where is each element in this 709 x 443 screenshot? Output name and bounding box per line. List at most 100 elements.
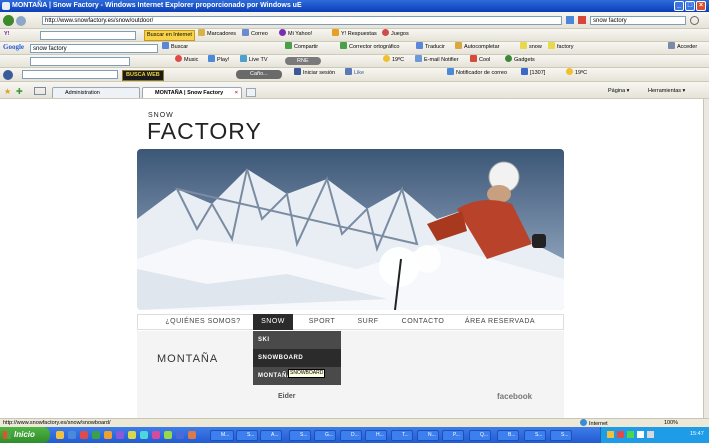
like-button[interactable]: Like (345, 68, 364, 79)
back-icon[interactable] (3, 15, 14, 26)
quicklaunch-icon[interactable] (116, 431, 124, 439)
taskbar-button[interactable]: H... (365, 430, 387, 441)
toolbar-dropdown[interactable] (30, 57, 130, 66)
yahoo-search-input[interactable] (40, 31, 136, 40)
close-tab-icon[interactable]: × (235, 88, 238, 98)
taskbar-button[interactable]: P... (442, 430, 464, 441)
tab-montana[interactable]: MONTAÑA | Snow Factory × (142, 87, 242, 98)
taskbar-button[interactable]: A... (260, 430, 282, 441)
gadgets-button[interactable]: Gadgets (505, 55, 535, 66)
yahoo-answers[interactable]: Y! Respuestas (332, 29, 377, 40)
quicklaunch-icon[interactable] (80, 431, 88, 439)
google-search-input[interactable]: snow factory (30, 44, 158, 53)
weather-widget[interactable]: 19ºC (383, 55, 404, 66)
quicklaunch-icon[interactable] (140, 431, 148, 439)
taskbar-button[interactable]: B... (497, 430, 519, 441)
zoom-level[interactable]: 100% (664, 419, 678, 427)
taskbar-button[interactable]: M... (210, 430, 234, 441)
quicklaunch-icon[interactable] (152, 431, 160, 439)
nav-area-reservada[interactable]: ÁREA RESERVADA (460, 314, 540, 330)
radio-player[interactable]: Caño... (236, 70, 282, 79)
new-tab-button[interactable] (246, 88, 256, 97)
start-button[interactable]: Inicio (0, 427, 50, 443)
taskbar-button[interactable]: Q... (469, 430, 491, 441)
forward-icon[interactable] (16, 16, 26, 26)
google-share[interactable]: Compartir (285, 42, 318, 53)
google-signin[interactable]: Acceder (668, 42, 697, 53)
quicklaunch-icon[interactable] (104, 431, 112, 439)
tray-icon[interactable] (617, 431, 624, 438)
cool-icon (470, 55, 477, 62)
minimize-button[interactable]: _ (674, 1, 684, 11)
rss-counter[interactable]: [1307] (521, 68, 545, 79)
nav-quienes-somos[interactable]: ¿QUIÉNES SOMOS? (160, 314, 246, 330)
taskbar-button[interactable]: T... (391, 430, 413, 441)
refresh-icon[interactable] (566, 16, 574, 24)
nav-surf[interactable]: SURF (350, 314, 386, 330)
page-menu[interactable]: Página ▾ (608, 86, 629, 97)
nav-sport[interactable]: SPORT (300, 314, 344, 330)
login-button[interactable]: Iniciar sesión (294, 68, 335, 79)
search-icon[interactable] (690, 16, 699, 25)
taskbar-button[interactable]: S... (524, 430, 546, 441)
taskbar-button[interactable]: N... (417, 430, 439, 441)
stop-icon[interactable] (578, 16, 586, 24)
taskbar-button[interactable]: S... (236, 430, 258, 441)
google-translate[interactable]: Traducir (416, 42, 445, 53)
highlight-snow[interactable]: snow (520, 42, 542, 53)
tray-icon[interactable] (607, 431, 614, 438)
google-search-button[interactable]: Buscar (162, 42, 188, 53)
email-notifier[interactable]: E-mail Notifier (415, 55, 459, 66)
yahoo-mail[interactable]: Correo (242, 29, 268, 40)
quicklaunch-icon[interactable] (68, 431, 76, 439)
tools-menu[interactable]: Herramientas ▾ (648, 86, 685, 97)
autofill-icon (455, 42, 462, 49)
tray-icon[interactable] (647, 431, 654, 438)
quicklaunch-icon[interactable] (164, 431, 172, 439)
google-autofill[interactable]: Autocompletar (455, 42, 499, 53)
web-page: SNOW FACTORY ¿QUIÉNES SOMOS? SNOW SPORT … (0, 99, 703, 418)
radio-station[interactable]: RNE (285, 57, 321, 65)
dropdown-item-snowboard[interactable]: SNOWBOARD (253, 349, 341, 367)
tray-icon[interactable] (637, 431, 644, 438)
nav-contacto[interactable]: CONTACTO (393, 314, 453, 330)
quicklaunch-icon[interactable] (128, 431, 136, 439)
play-button[interactable]: Play! (208, 55, 229, 66)
taskbar-button[interactable]: S... (289, 430, 311, 441)
translate-icon (416, 42, 423, 49)
weather-widget-2[interactable]: 19ºC (566, 68, 587, 79)
taskbar-button[interactable]: S... (550, 430, 572, 441)
toolbar4-dropdown[interactable] (22, 70, 118, 79)
maximize-button[interactable]: □ (685, 1, 695, 11)
taskbar-button[interactable]: D... (340, 430, 362, 441)
footer-name[interactable]: Eider (278, 393, 296, 400)
music-button[interactable]: Music (175, 55, 198, 66)
mail-notifier[interactable]: Notificador de correo (447, 68, 507, 79)
yahoo-games[interactable]: Juegos (382, 29, 409, 40)
browser-search-input[interactable]: snow factory (590, 16, 686, 25)
nav-snow[interactable]: SNOW (253, 314, 293, 330)
page-scrollbar[interactable] (703, 99, 709, 418)
highlight-factory[interactable]: factory (548, 42, 574, 53)
quick-tabs-icon[interactable] (34, 87, 46, 95)
quicklaunch-icon[interactable] (92, 431, 100, 439)
my-yahoo[interactable]: Mi Yahoo! (279, 29, 312, 40)
address-input[interactable]: http://www.snowfactory.es/snow/outdoor/ (42, 16, 562, 25)
quicklaunch-icon[interactable] (176, 431, 184, 439)
favorites-star-icon[interactable]: ★ (4, 87, 11, 96)
close-button[interactable]: × (696, 1, 706, 11)
yahoo-search-button[interactable]: Buscar en Internet (144, 30, 195, 41)
add-favorites-icon[interactable]: ✚ (16, 87, 23, 96)
tray-icon[interactable] (627, 431, 634, 438)
yahoo-bookmarks[interactable]: Marcadores (198, 29, 236, 40)
facebook-link[interactable]: facebook (497, 392, 532, 401)
quicklaunch-icon[interactable] (56, 431, 64, 439)
livetv-button[interactable]: Live TV (240, 55, 268, 66)
toolbar-icon (3, 70, 13, 80)
google-spellcheck[interactable]: Corrector ortográfico (340, 42, 399, 53)
taskbar-button[interactable]: G... (314, 430, 336, 441)
dropdown-item-ski[interactable]: SKI (253, 331, 341, 349)
tab-administration[interactable]: Administration (52, 87, 140, 98)
quicklaunch-icon[interactable] (188, 431, 196, 439)
cool-button[interactable]: Cool (470, 55, 490, 66)
